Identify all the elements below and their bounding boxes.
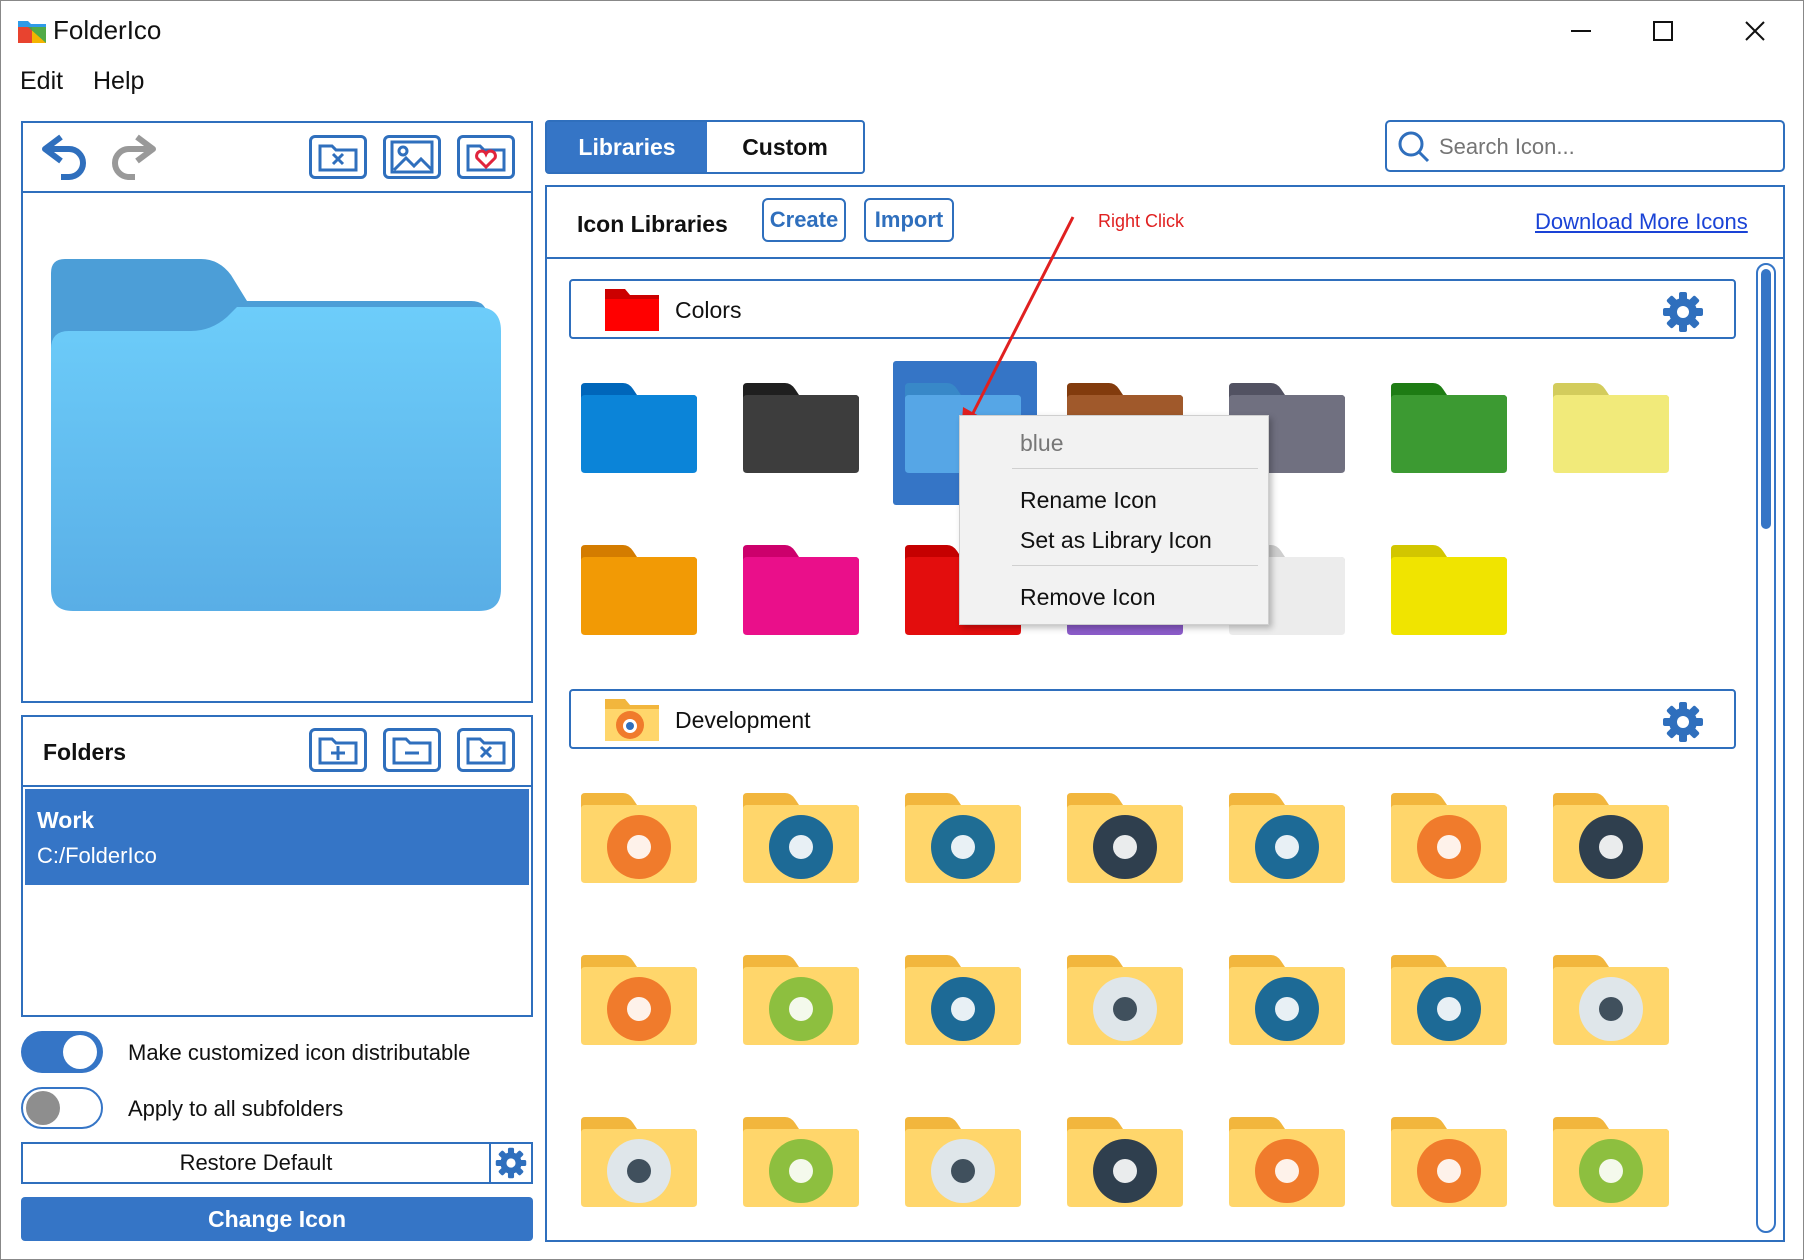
pixels-folder-icon[interactable] <box>743 1115 859 1209</box>
cloud-folder-icon[interactable] <box>1391 791 1507 885</box>
monitor-folder-icon[interactable] <box>743 953 859 1047</box>
pencil-ruler-folder-icon[interactable] <box>581 1115 697 1209</box>
flask-folder-icon[interactable] <box>1067 1115 1183 1209</box>
diamond-folder-icon[interactable] <box>1391 953 1507 1047</box>
alarm-clock-folder-icon[interactable] <box>581 791 697 885</box>
bug-folder-icon[interactable] <box>1553 1115 1669 1209</box>
context-menu-separator <box>1012 565 1258 566</box>
presentation-folder-icon[interactable] <box>905 953 1021 1047</box>
color-folder-orange-icon[interactable] <box>581 543 697 637</box>
dice-folder-icon[interactable] <box>1553 953 1669 1047</box>
sitemap-folder-icon[interactable] <box>1391 1115 1507 1209</box>
icon-grid <box>1 1 1803 1259</box>
atom-folder-icon[interactable] <box>905 791 1021 885</box>
color-folder-black-icon[interactable] <box>743 381 859 475</box>
color-folder-light-yellow-icon[interactable] <box>1553 381 1669 475</box>
gamepad-folder-icon[interactable] <box>1229 1115 1345 1209</box>
firewall-folder-icon[interactable] <box>905 1115 1021 1209</box>
color-folder-yellow-icon[interactable] <box>1391 543 1507 637</box>
color-folder-pink-icon[interactable] <box>743 543 859 637</box>
annotation-text: Right Click <box>1098 211 1185 231</box>
color-folder-blue-icon[interactable] <box>581 381 697 475</box>
annotation-arrow-icon <box>961 216 1075 437</box>
context-menu-remove-icon[interactable]: Remove Icon <box>1020 584 1156 611</box>
crown-folder-icon[interactable] <box>1229 953 1345 1047</box>
gears-folder-icon[interactable] <box>1553 791 1669 885</box>
context-menu-separator <box>1012 468 1258 469</box>
compass-folder-icon[interactable] <box>581 953 697 1047</box>
browser-folder-icon[interactable] <box>1067 791 1183 885</box>
app-window: FolderIco Edit Help Folders Work C:/Fold… <box>0 0 1804 1260</box>
context-menu: blue Rename Icon Set as Library Icon Rem… <box>959 415 1269 625</box>
context-menu-rename-icon[interactable]: Rename Icon <box>1020 487 1157 514</box>
context-menu-set-library-icon[interactable]: Set as Library Icon <box>1020 527 1212 554</box>
context-menu-header: blue <box>1020 430 1064 456</box>
cards-folder-icon[interactable] <box>1229 791 1345 885</box>
cone-folder-icon[interactable] <box>1067 953 1183 1047</box>
printer-folder-icon[interactable] <box>743 791 859 885</box>
color-folder-green-icon[interactable] <box>1391 381 1507 475</box>
